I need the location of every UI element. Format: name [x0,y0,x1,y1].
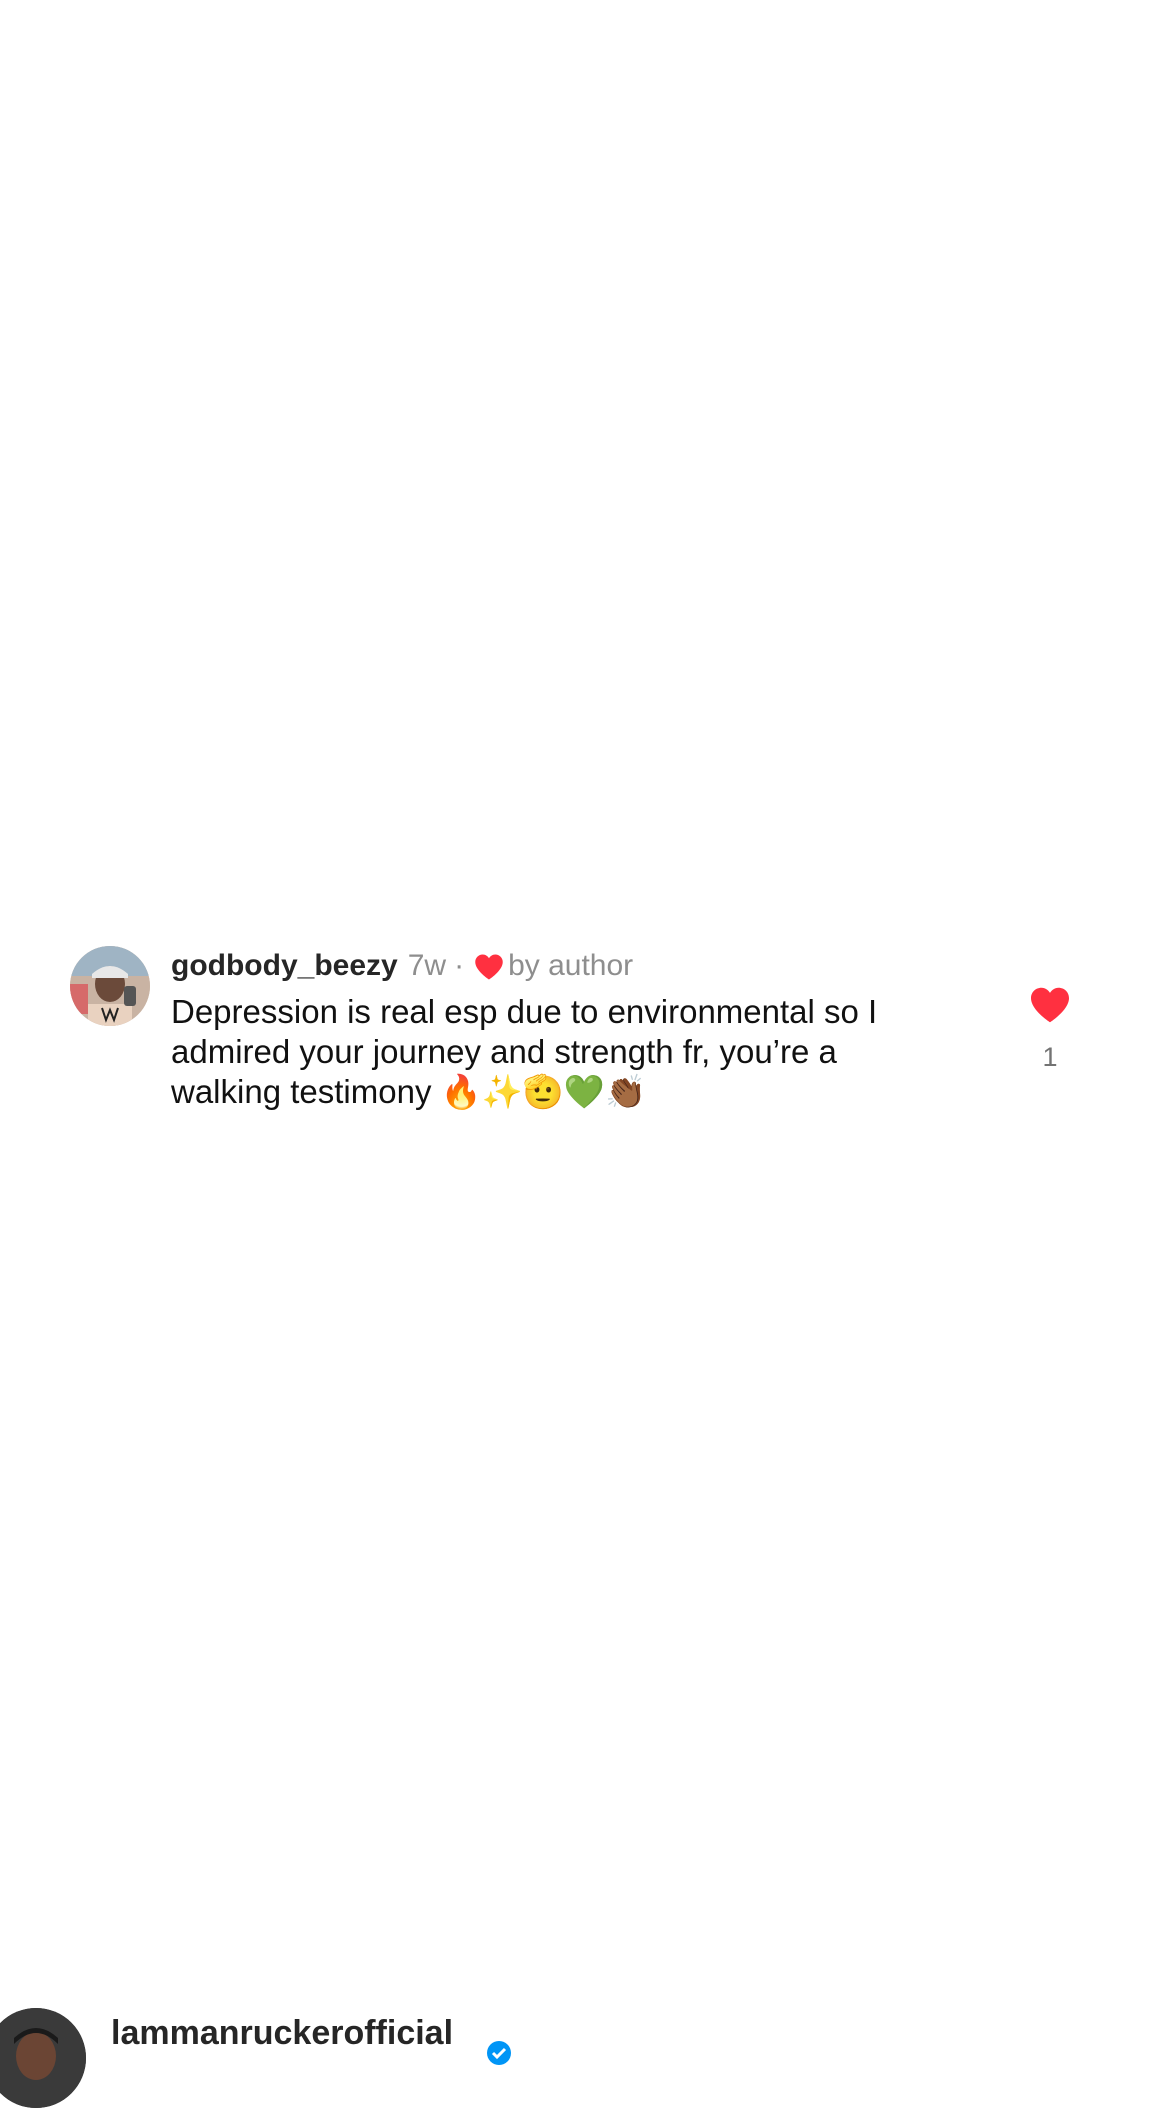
heart-filled-icon [1031,987,1069,1023]
avatar[interactable] [70,946,150,1026]
comment-username[interactable]: godbody_beezy [171,946,398,986]
next-comment-avatar[interactable] [0,2008,86,2108]
meta-separator: · [454,949,465,982]
comment-emojis: 🔥✨🫡💚👏🏾 [440,1072,647,1111]
like-column: 1 [1020,986,1080,1072]
comment-text: Depression is real esp due to environmen… [171,992,951,1112]
comment-meta: godbody_beezy 7w · by author [171,946,951,986]
heart-icon [474,952,504,980]
like-count[interactable]: 1 [1020,1042,1080,1072]
verified-badge-icon [486,2040,512,2066]
liked-by-author-label: by author [508,949,634,982]
like-button[interactable] [1029,986,1071,1024]
next-comment-item: lammanruckerofficial [0,2004,1152,2108]
comment-body: godbody_beezy 7w · by author Depression … [171,946,951,1112]
next-comment-username[interactable]: lammanruckerofficial [111,2014,453,2053]
comment-timestamp: 7w [407,949,447,982]
